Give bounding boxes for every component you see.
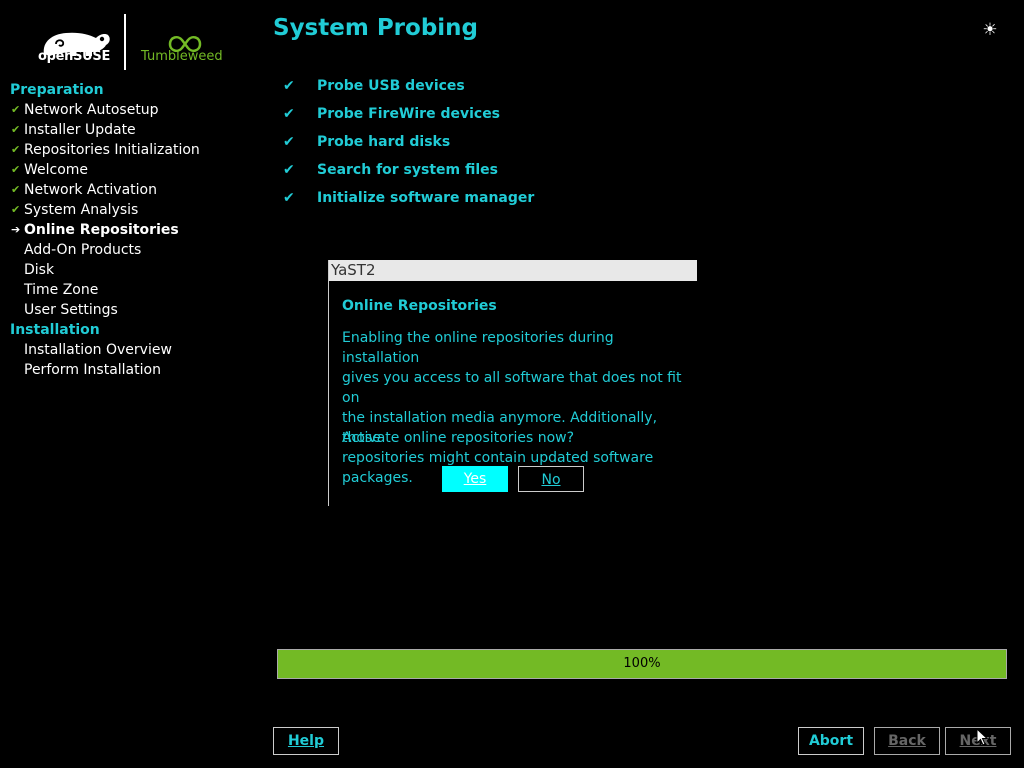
probe-label: Search for system files bbox=[317, 162, 499, 178]
progress-label: 100% bbox=[623, 656, 661, 671]
dialog-message-line: gives you access to all software that do… bbox=[342, 370, 682, 406]
sidebar-item-perform-installation: Perform Installation bbox=[10, 360, 260, 380]
probe-label: Probe USB devices bbox=[317, 78, 465, 94]
sidebar-item-label: Network Autosetup bbox=[24, 102, 159, 118]
page-title: System Probing bbox=[273, 15, 479, 41]
yes-button[interactable]: Yes bbox=[442, 466, 508, 492]
yes-button-label: Yes bbox=[463, 471, 487, 487]
list-item: ✔ Search for system files bbox=[283, 159, 534, 187]
sidebar-item-welcome: ✔ Welcome bbox=[10, 160, 260, 180]
online-repositories-dialog: YaST2 Online Repositories Enabling the o… bbox=[328, 260, 697, 506]
abort-button[interactable]: Abort bbox=[798, 727, 864, 755]
sidebar-item-label: Network Activation bbox=[24, 182, 157, 198]
dialog-message-line: Enabling the online repositories during … bbox=[342, 330, 614, 366]
sidebar-section-installation: Installation bbox=[10, 322, 100, 338]
logo-divider bbox=[124, 14, 126, 70]
sidebar-item-label: User Settings bbox=[24, 302, 118, 318]
probe-label: Initialize software manager bbox=[317, 190, 535, 206]
probe-list: ✔ Probe USB devices ✔ Probe FireWire devic… bbox=[283, 75, 534, 215]
progress-bar: 100% bbox=[277, 649, 1007, 679]
sidebar-item-label: Welcome bbox=[24, 162, 89, 178]
list-item: ✔ Probe hard disks bbox=[283, 131, 534, 159]
check-icon: ✔ bbox=[11, 203, 21, 216]
no-button[interactable]: No bbox=[518, 466, 584, 492]
sidebar-item-network-autosetup: ✔ Network Autosetup bbox=[10, 100, 260, 120]
sidebar-item-time-zone: Time Zone bbox=[10, 280, 260, 300]
sidebar-steps: Preparation ✔ Network Autosetup ✔ Installe… bbox=[10, 80, 260, 380]
check-icon: ✔ bbox=[11, 183, 21, 196]
dialog-heading: Online Repositories bbox=[342, 298, 497, 314]
sidebar-item-label: Disk bbox=[24, 262, 55, 278]
probe-label: Probe FireWire devices bbox=[317, 106, 501, 122]
check-icon: ✔ bbox=[283, 134, 295, 150]
check-icon: ✔ bbox=[11, 123, 21, 136]
list-item: ✔ Probe FireWire devices bbox=[283, 103, 534, 131]
check-icon: ✔ bbox=[283, 162, 295, 178]
sidebar-item-label: Repositories Initialization bbox=[24, 142, 200, 158]
check-icon: ✔ bbox=[11, 143, 21, 156]
sidebar-section-preparation: Preparation bbox=[10, 82, 104, 98]
list-item: ✔ Probe USB devices bbox=[283, 75, 534, 103]
check-icon: ✔ bbox=[283, 106, 295, 122]
sidebar-item-installer-update: ✔ Installer Update bbox=[10, 120, 260, 140]
dialog-message-line: repositories might contain updated softw… bbox=[342, 450, 654, 486]
check-icon: ✔ bbox=[11, 103, 21, 116]
check-icon: ✔ bbox=[283, 190, 295, 206]
dialog-titlebar[interactable]: YaST2 bbox=[329, 260, 697, 281]
tumbleweed-wordmark: Tumbleweed bbox=[141, 49, 223, 64]
brightness-icon[interactable]: ☀ bbox=[980, 20, 1000, 40]
sidebar-item-system-analysis: ✔ System Analysis bbox=[10, 200, 260, 220]
sidebar-item-network-activation: ✔ Network Activation bbox=[10, 180, 260, 200]
sidebar-item-label: Installation Overview bbox=[24, 342, 172, 358]
sidebar-item-label: Add-On Products bbox=[24, 242, 142, 258]
arrow-right-icon: ➔ bbox=[11, 223, 21, 236]
sidebar-item-label: Time Zone bbox=[24, 282, 99, 298]
sidebar-item-label: Installer Update bbox=[24, 122, 136, 138]
dialog-question: Activate online repositories now? bbox=[342, 430, 575, 446]
sidebar-item-label: System Analysis bbox=[24, 202, 139, 218]
sidebar-item-add-on-products: Add-On Products bbox=[10, 240, 260, 260]
help-button[interactable]: Help bbox=[273, 727, 339, 755]
sidebar-item-repositories-initialization: ✔ Repositories Initialization bbox=[10, 140, 260, 160]
sidebar-item-disk: Disk bbox=[10, 260, 260, 280]
back-button[interactable]: Back bbox=[874, 727, 940, 755]
sidebar-item-label: Perform Installation bbox=[24, 362, 161, 378]
sidebar-item-label: Online Repositories bbox=[24, 222, 179, 238]
dialog-message: Enabling the online repositories during … bbox=[342, 328, 692, 488]
mouse-cursor-icon bbox=[976, 728, 988, 746]
check-icon: ✔ bbox=[283, 78, 295, 94]
list-item: ✔ Initialize software manager bbox=[283, 187, 534, 215]
sidebar-item-online-repositories: ➔ Online Repositories bbox=[10, 220, 260, 240]
sidebar-item-user-settings: User Settings bbox=[10, 300, 260, 320]
check-icon: ✔ bbox=[11, 163, 21, 176]
opensuse-wordmark: openSUSE bbox=[38, 49, 111, 64]
probe-label: Probe hard disks bbox=[317, 134, 451, 150]
logo-area: openSUSE Tumbleweed bbox=[38, 12, 238, 74]
sidebar-item-installation-overview: Installation Overview bbox=[10, 340, 260, 360]
